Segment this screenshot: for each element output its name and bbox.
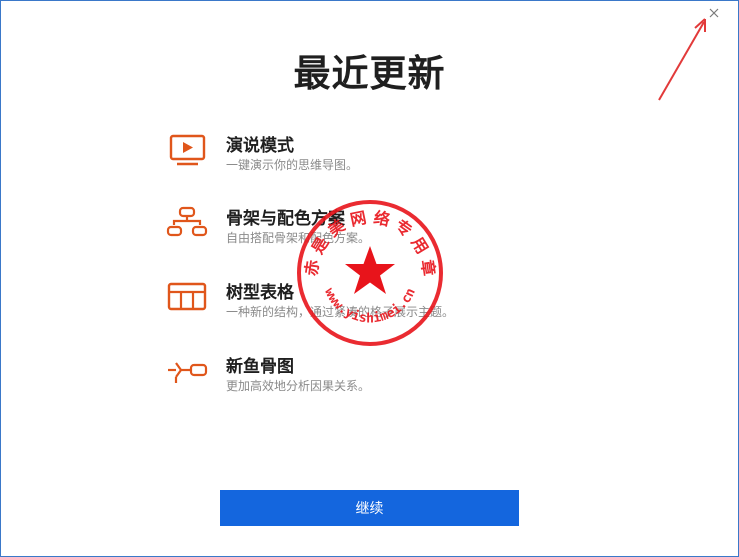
feature-item-fishbone: 新鱼骨图 更加高效地分析因果关系。 bbox=[165, 352, 505, 396]
feature-description: 一种新的结构，通过紧凑的格子展示主题。 bbox=[226, 305, 455, 319]
feature-title: 新鱼骨图 bbox=[226, 357, 294, 377]
structure-icon bbox=[166, 206, 208, 237]
table-icon bbox=[167, 282, 207, 311]
feature-title: 树型表格 bbox=[226, 283, 294, 303]
feature-item-presentation: 演说模式 一键演示你的思维导图。 bbox=[165, 131, 505, 175]
feature-item-structure: 骨架与配色方案 自由搭配骨架和配色方案。 bbox=[165, 204, 505, 248]
whats-new-dialog: 最近更新 演说模式 一键演示你的思维导图。 骨架与配色方案 自由搭配骨架和配色方… bbox=[0, 0, 739, 557]
feature-title: 演说模式 bbox=[226, 136, 294, 156]
continue-button[interactable]: 继续 bbox=[220, 490, 519, 526]
feature-item-tree-table: 树型表格 一种新的结构，通过紧凑的格子展示主题。 bbox=[165, 278, 505, 322]
dialog-title: 最近更新 bbox=[293, 52, 446, 95]
fishbone-icon bbox=[168, 362, 208, 383]
close-icon bbox=[709, 8, 719, 18]
feature-description: 一键演示你的思维导图。 bbox=[226, 158, 359, 172]
feature-title: 骨架与配色方案 bbox=[226, 209, 345, 229]
presentation-icon bbox=[169, 134, 206, 166]
close-button[interactable] bbox=[704, 3, 724, 23]
feature-description: 自由搭配骨架和配色方案。 bbox=[226, 231, 371, 245]
feature-description: 更加高效地分析因果关系。 bbox=[226, 379, 371, 393]
